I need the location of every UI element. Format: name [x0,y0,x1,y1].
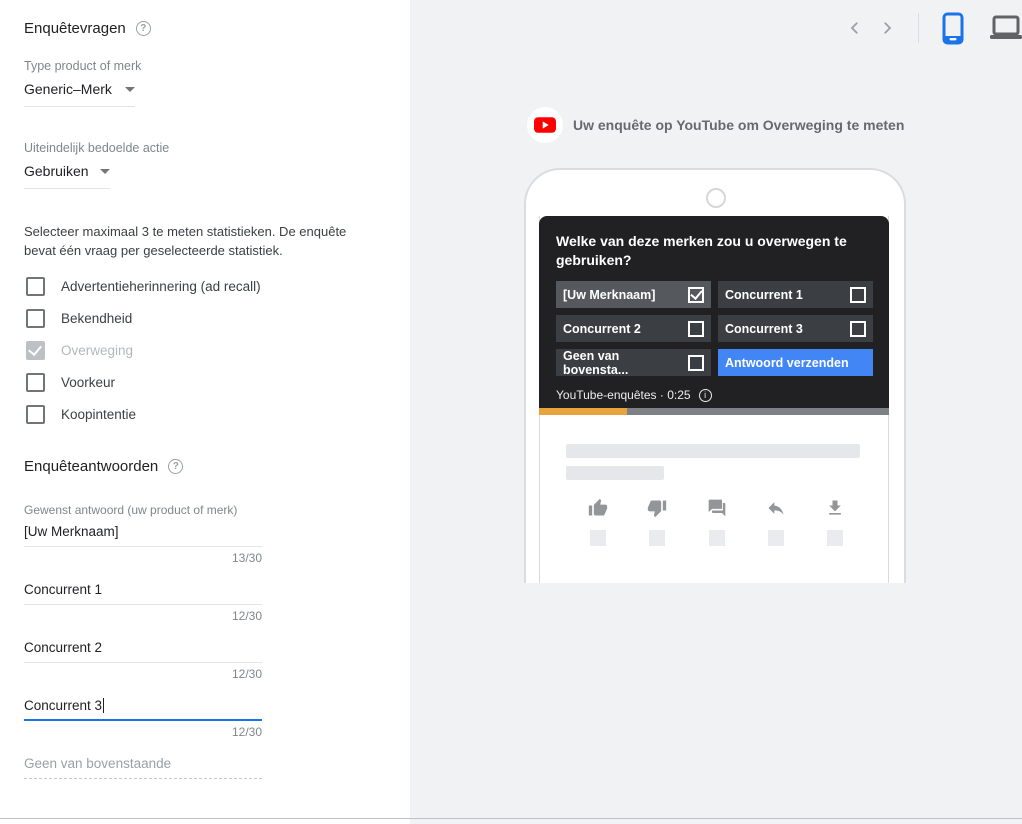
survey-answers-title: Enquêteantwoorden ? [24,458,184,475]
thumbs-down-icon[interactable] [647,498,667,518]
comment-icon[interactable] [707,498,727,518]
metric-preference[interactable]: Voorkeur [26,373,115,392]
video-action-icons [588,498,845,518]
placeholder-square [767,530,784,546]
download-icon[interactable] [825,498,845,518]
preview-nav [846,12,1022,44]
bottom-divider [0,818,1022,819]
char-counter: 12/30 [231,609,262,623]
option-label: Concurrent 1 [725,287,803,302]
survey-option-brand[interactable]: [Uw Merknaam] [556,281,711,308]
checkbox-icon[interactable] [26,309,45,328]
metric-consideration: Overweging [26,341,133,360]
checkbox-icon[interactable] [26,405,45,424]
youtube-logo [527,107,563,143]
survey-option-none[interactable]: Geen van bovensta... [556,348,711,377]
metric-label: Overweging [61,343,134,358]
competitor-1-value: Concurrent 1 [24,582,103,597]
intended-action-label: Uiteindelijk bedoelde actie [24,141,170,155]
metric-label: Voorkeur [61,375,116,390]
dropdown-arrow-icon [100,168,110,174]
help-icon[interactable]: ? [168,459,184,474]
char-counter: 13/30 [231,551,262,565]
competitor-2-value: Concurrent 2 [24,640,103,655]
metric-label: Koopintentie [61,407,137,422]
placeholder-square [827,530,843,546]
competitor-3-value: Concurrent 3 [24,698,103,713]
dropdown-arrow-icon [125,86,135,92]
phone-mockup: Welke van deze merken zou u overwegen te… [524,168,906,583]
metric-ad-recall[interactable]: Advertentieherinnering (ad recall) [26,277,261,296]
metrics-instruction: Selecteer maximaal 3 te meten statistiek… [24,224,347,258]
placeholder-bar [566,466,664,480]
survey-option-competitor-2[interactable]: Concurrent 2 [556,315,711,342]
attribution-text: YouTube-enquêtes · 0:25 [556,388,691,402]
survey-options-grid: [Uw Merknaam] Concurrent 1 Concurrent 2 … [556,281,873,377]
option-label: Concurrent 3 [725,321,803,336]
chevron-right-icon[interactable] [878,19,896,37]
progress-fill [539,408,627,415]
metric-purchase-intent[interactable]: Koopintentie [26,405,136,424]
divider [918,13,919,43]
checkbox-checked-icon [26,341,45,360]
option-label: [Uw Merknaam] [563,287,656,302]
none-of-above-input: Geen van bovenstaande [24,756,262,779]
submit-label: Antwoord verzenden [725,355,849,370]
checkbox-checked-icon [688,286,704,303]
survey-questions-title-text: Enquêtevragen [24,20,126,37]
thumbs-up-icon[interactable] [588,498,608,518]
text-cursor [103,698,105,713]
placeholder-bar [566,444,860,458]
phone-camera-icon [706,188,726,208]
survey-answers-title-text: Enquêteantwoorden [24,458,159,475]
product-type-label: Type product of merk [24,59,142,73]
metric-awareness[interactable]: Bekendheid [26,309,132,328]
metric-label: Bekendheid [61,311,133,326]
none-of-above-value: Geen van bovenstaande [24,756,172,771]
intended-action-value: Gebruiken [24,163,89,179]
checkbox-icon[interactable] [26,373,45,392]
preview-title: Uw enquête op YouTube om Overweging te m… [573,117,905,133]
video-progress-bar[interactable] [539,408,889,415]
competitor-1-input[interactable]: Concurrent 1 [24,582,262,605]
submit-answer-button[interactable]: Antwoord verzenden [718,349,873,376]
help-icon[interactable]: ? [135,21,151,36]
info-icon[interactable]: i [698,388,712,402]
checkbox-icon[interactable] [26,277,45,296]
char-counter: 12/30 [231,725,262,739]
survey-questions-title: Enquêtevragen ? [24,20,151,37]
char-counter: 12/30 [231,667,262,681]
desktop-device-icon[interactable] [989,15,1022,41]
brand-lift-survey-page: Enquêtevragen ? Type product of merk Gen… [0,0,1022,824]
desired-answer-label: Gewenst antwoord (uw product of merk) [24,503,238,517]
placeholder-square [708,530,725,546]
share-reply-icon[interactable] [766,498,786,518]
checkbox-icon [850,320,866,337]
competitor-3-input[interactable]: Concurrent 3 [24,698,262,721]
product-type-dropdown[interactable]: Generic–Merk [24,81,135,107]
brand-name-value: [Uw Merknaam] [24,524,119,539]
checkbox-icon [688,354,704,371]
placeholder-square [590,530,606,546]
competitor-2-input[interactable]: Concurrent 2 [24,640,262,663]
placeholder-square [649,530,666,546]
survey-option-competitor-1[interactable]: Concurrent 1 [718,281,873,308]
checkbox-icon [850,286,866,303]
survey-overlay-card: Welke van deze merken zou u overwegen te… [539,216,889,415]
mobile-device-icon[interactable] [941,12,965,45]
survey-attribution: YouTube-enquêtes · 0:25 i [556,388,712,402]
intended-action-dropdown[interactable]: Gebruiken [24,163,110,189]
checkbox-icon [688,320,704,337]
metric-label: Advertentieherinnering (ad recall) [61,279,261,294]
survey-question: Welke van deze merken zou u overwegen te… [556,233,847,268]
survey-option-competitor-3[interactable]: Concurrent 3 [718,315,873,342]
icon-label-placeholders [590,530,843,546]
option-label: Geen van bovensta... [563,348,629,377]
brand-name-input[interactable]: [Uw Merknaam] [24,524,262,547]
option-label: Concurrent 2 [563,321,641,336]
product-type-value: Generic–Merk [24,81,112,97]
chevron-left-icon[interactable] [846,19,864,37]
youtube-play-icon [534,117,556,133]
